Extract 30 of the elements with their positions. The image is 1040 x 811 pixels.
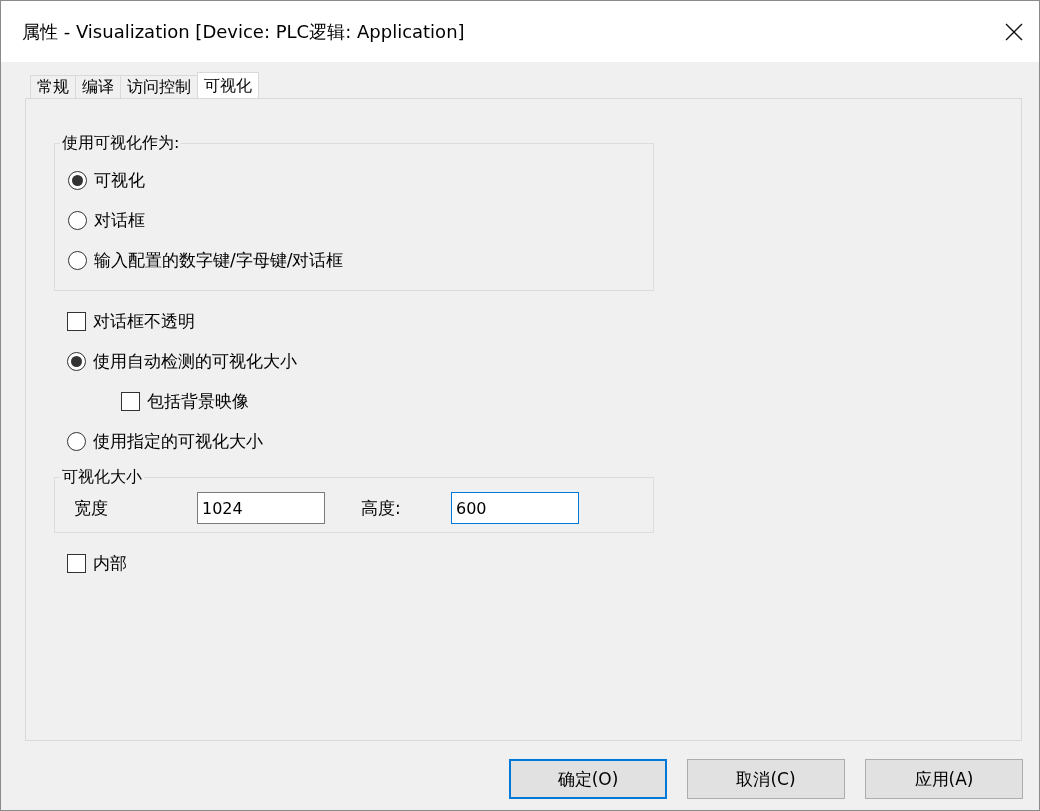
dialog-button[interactable]: 应用(A) xyxy=(865,759,1023,799)
input-field[interactable]: 1024 xyxy=(197,492,325,524)
field-label: 高度: xyxy=(360,496,402,520)
checkbox[interactable] xyxy=(67,553,86,573)
close-icon xyxy=(1005,22,1023,41)
option-label: 对话框 xyxy=(94,208,145,232)
radio-button[interactable] xyxy=(67,351,86,371)
tab[interactable]: 常规 xyxy=(30,75,76,98)
radio-button[interactable] xyxy=(68,210,87,230)
checkbox[interactable] xyxy=(121,391,140,411)
group-legend: 使用可视化作为: xyxy=(60,133,182,154)
tab[interactable]: 访问控制 xyxy=(120,75,198,98)
tab[interactable]: 可视化 xyxy=(197,72,259,98)
radio-button[interactable] xyxy=(68,170,87,190)
radio-button[interactable] xyxy=(67,431,86,451)
window-title: 属性 - Visualization [Device: PLC逻辑: Application] xyxy=(22,19,465,44)
group-legend: 可视化大小 xyxy=(60,467,144,488)
option-label: 可视化 xyxy=(94,168,145,192)
option-label: 使用自动检测的可视化大小 xyxy=(93,349,297,373)
option-label: 对话框不透明 xyxy=(93,309,195,333)
dialog-button[interactable]: 确定(O) xyxy=(509,759,667,799)
option-label: 使用指定的可视化大小 xyxy=(93,429,263,453)
checkbox[interactable] xyxy=(67,311,86,331)
input-field[interactable]: 600 xyxy=(451,492,579,524)
option-label: 输入配置的数字键/字母键/对话框 xyxy=(94,248,344,272)
radio-button[interactable] xyxy=(68,250,87,270)
option-label: 内部 xyxy=(93,551,127,575)
option-label: 包括背景映像 xyxy=(147,389,249,413)
field-label: 宽度 xyxy=(73,496,109,520)
dialog-button[interactable]: 取消(C) xyxy=(687,759,845,799)
